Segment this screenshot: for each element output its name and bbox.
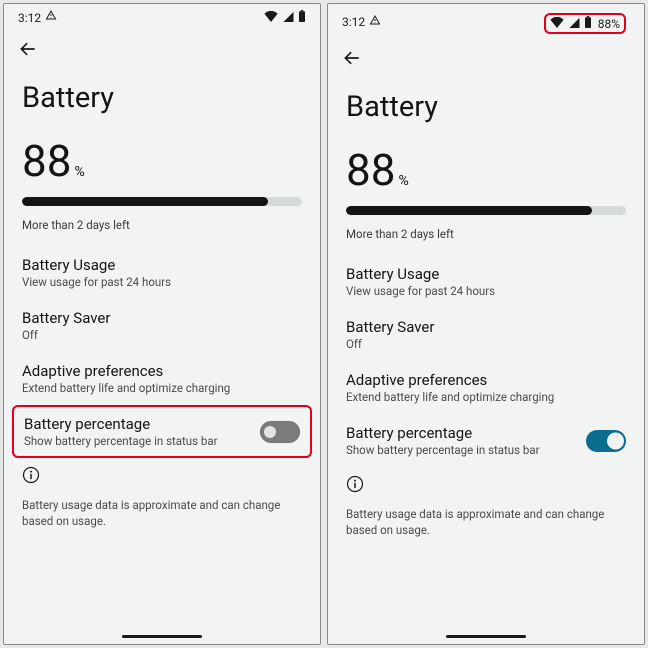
wifi-icon	[550, 17, 564, 31]
battery-level: 88 %	[328, 144, 644, 196]
nav-pill[interactable]	[122, 635, 202, 638]
back-icon[interactable]	[18, 39, 38, 63]
battery-saver-item[interactable]: Battery Saver Off	[328, 308, 644, 361]
item-sub: Off	[346, 337, 626, 351]
item-title: Battery Usage	[22, 256, 302, 274]
footnote: Battery usage data is approximate and ca…	[328, 501, 644, 538]
battery-value: 88	[346, 144, 395, 196]
battery-value: 88	[22, 135, 71, 187]
battery-percentage-toggle[interactable]	[260, 421, 300, 443]
battery-bar-fill	[346, 206, 592, 215]
status-time: 3:12	[18, 11, 41, 25]
item-sub: Show battery percentage in status bar	[24, 434, 250, 448]
status-bar: 3:12	[4, 4, 320, 29]
item-title: Battery percentage	[346, 424, 576, 442]
battery-percentage-toggle[interactable]	[586, 430, 626, 452]
item-sub: View usage for past 24 hours	[346, 284, 626, 298]
battery-estimate: More than 2 days left	[328, 221, 644, 255]
battery-percentage-item[interactable]: Battery percentage Show battery percenta…	[12, 405, 312, 458]
info-icon	[346, 475, 364, 497]
info-icon-row	[4, 458, 320, 492]
page-title: Battery	[328, 90, 644, 144]
dnd-icon	[369, 15, 381, 30]
signal-icon	[282, 11, 294, 25]
back-icon[interactable]	[342, 48, 362, 72]
battery-percentage-item[interactable]: Battery percentage Show battery percenta…	[328, 414, 644, 467]
phone-right: 3:12 88% Battery 88 % More	[327, 3, 645, 645]
item-sub: Extend battery life and optimize chargin…	[22, 381, 302, 395]
item-title: Battery Saver	[346, 318, 626, 336]
back-row	[328, 38, 644, 90]
battery-saver-item[interactable]: Battery Saver Off	[4, 299, 320, 352]
status-time: 3:12	[342, 15, 365, 29]
battery-usage-item[interactable]: Battery Usage View usage for past 24 hou…	[4, 246, 320, 299]
item-title: Battery Saver	[22, 309, 302, 327]
item-title: Battery percentage	[24, 415, 250, 433]
item-title: Adaptive preferences	[22, 362, 302, 380]
item-title: Battery Usage	[346, 265, 626, 283]
item-sub: View usage for past 24 hours	[22, 275, 302, 289]
footnote: Battery usage data is approximate and ca…	[4, 492, 320, 529]
back-row	[4, 29, 320, 81]
battery-unit: %	[398, 173, 408, 189]
battery-bar	[328, 196, 644, 221]
battery-icon	[584, 16, 592, 31]
status-battery-percent: 88%	[598, 17, 620, 31]
battery-level: 88 %	[4, 135, 320, 187]
dnd-icon	[45, 10, 57, 25]
nav-pill[interactable]	[446, 635, 526, 638]
page-title: Battery	[4, 81, 320, 135]
item-title: Adaptive preferences	[346, 371, 626, 389]
battery-unit: %	[74, 164, 84, 180]
status-bar: 3:12 88%	[328, 4, 644, 38]
phone-left: 3:12 Battery 88 % More than 2 day	[3, 3, 321, 645]
info-icon	[22, 466, 40, 488]
adaptive-preferences-item[interactable]: Adaptive preferences Extend battery life…	[4, 352, 320, 405]
battery-usage-item[interactable]: Battery Usage View usage for past 24 hou…	[328, 255, 644, 308]
item-sub: Off	[22, 328, 302, 342]
battery-bar-fill	[22, 197, 268, 206]
signal-icon	[568, 17, 580, 31]
info-icon-row	[328, 467, 644, 501]
adaptive-preferences-item[interactable]: Adaptive preferences Extend battery life…	[328, 361, 644, 414]
battery-bar	[4, 187, 320, 212]
wifi-icon	[264, 11, 278, 25]
item-sub: Show battery percentage in status bar	[346, 443, 576, 457]
battery-icon	[298, 10, 306, 25]
item-sub: Extend battery life and optimize chargin…	[346, 390, 626, 404]
battery-estimate: More than 2 days left	[4, 212, 320, 246]
